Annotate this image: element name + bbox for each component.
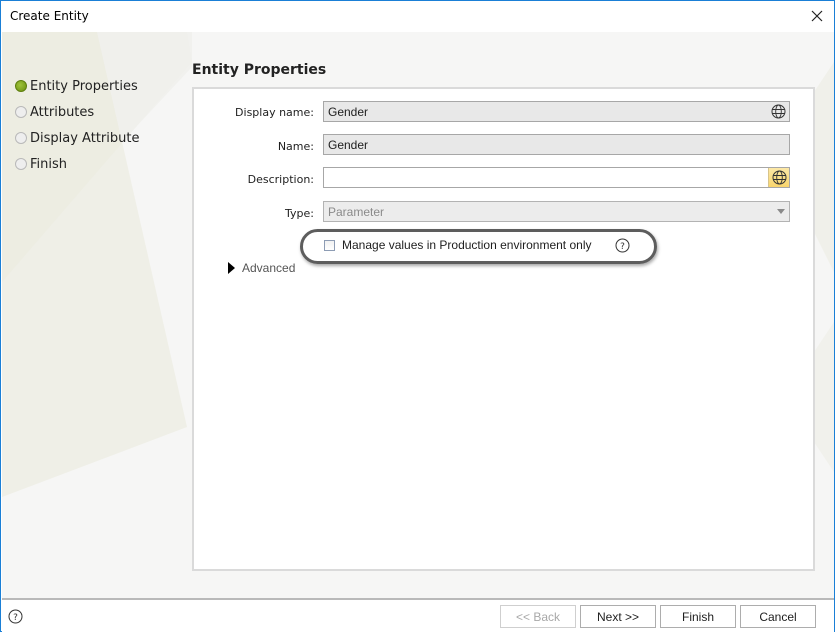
step-display-attribute[interactable]: Display Attribute bbox=[15, 125, 139, 151]
display-name-value: Gender bbox=[328, 105, 369, 119]
create-entity-dialog: Create Entity Entity Properties Attribut… bbox=[0, 0, 835, 632]
help-icon[interactable]: ? bbox=[8, 609, 23, 624]
step-indicator-icon bbox=[15, 158, 27, 170]
svg-text:?: ? bbox=[620, 242, 625, 252]
step-attributes[interactable]: Attributes bbox=[15, 99, 139, 125]
description-translate-button[interactable] bbox=[768, 168, 789, 187]
back-button[interactable]: << Back bbox=[500, 605, 576, 628]
description-label: Description: bbox=[247, 173, 314, 186]
manage-values-label[interactable]: Manage values in Production environment … bbox=[342, 238, 591, 252]
svg-text:?: ? bbox=[13, 613, 18, 623]
name-label: Name: bbox=[277, 140, 314, 153]
step-active-indicator-icon bbox=[15, 80, 27, 92]
chevron-down-icon bbox=[777, 209, 785, 214]
expand-triangle-icon bbox=[228, 262, 235, 274]
step-finish[interactable]: Finish bbox=[15, 151, 139, 177]
advanced-label: Advanced bbox=[242, 261, 296, 275]
display-name-label: Display name: bbox=[235, 106, 314, 119]
step-entity-properties[interactable]: Entity Properties bbox=[15, 73, 139, 99]
step-label: Entity Properties bbox=[30, 78, 138, 94]
display-name-field[interactable]: Gender bbox=[323, 101, 790, 122]
step-indicator-icon bbox=[15, 106, 27, 118]
dialog-footer: ? << Back Next >> Finish Cancel bbox=[2, 598, 834, 632]
type-value: Parameter bbox=[328, 205, 385, 219]
next-button[interactable]: Next >> bbox=[580, 605, 656, 628]
globe-icon bbox=[771, 104, 786, 119]
step-label: Display Attribute bbox=[30, 130, 140, 146]
close-button[interactable] bbox=[800, 1, 834, 31]
wizard-steps: Entity Properties Attributes Display Att… bbox=[15, 73, 139, 177]
step-label: Finish bbox=[30, 156, 68, 172]
type-label: Type: bbox=[285, 207, 314, 220]
type-dropdown[interactable]: Parameter bbox=[323, 201, 790, 222]
cancel-button[interactable]: Cancel bbox=[740, 605, 816, 628]
title-bar: Create Entity bbox=[1, 1, 834, 32]
display-name-translate-button[interactable] bbox=[768, 102, 789, 121]
close-icon bbox=[811, 10, 823, 22]
step-indicator-icon bbox=[15, 132, 27, 144]
name-value: Gender bbox=[328, 138, 369, 152]
properties-panel bbox=[192, 87, 815, 571]
advanced-expander[interactable]: Advanced bbox=[228, 261, 295, 275]
step-label: Attributes bbox=[30, 104, 95, 120]
section-title: Entity Properties bbox=[192, 62, 327, 78]
globe-icon bbox=[772, 170, 786, 185]
name-field[interactable]: Gender bbox=[323, 134, 790, 155]
description-field[interactable] bbox=[323, 167, 790, 188]
finish-button[interactable]: Finish bbox=[660, 605, 736, 628]
help-icon[interactable]: ? bbox=[615, 238, 630, 253]
manage-values-checkbox[interactable] bbox=[324, 240, 335, 251]
window-title: Create Entity bbox=[10, 9, 89, 23]
